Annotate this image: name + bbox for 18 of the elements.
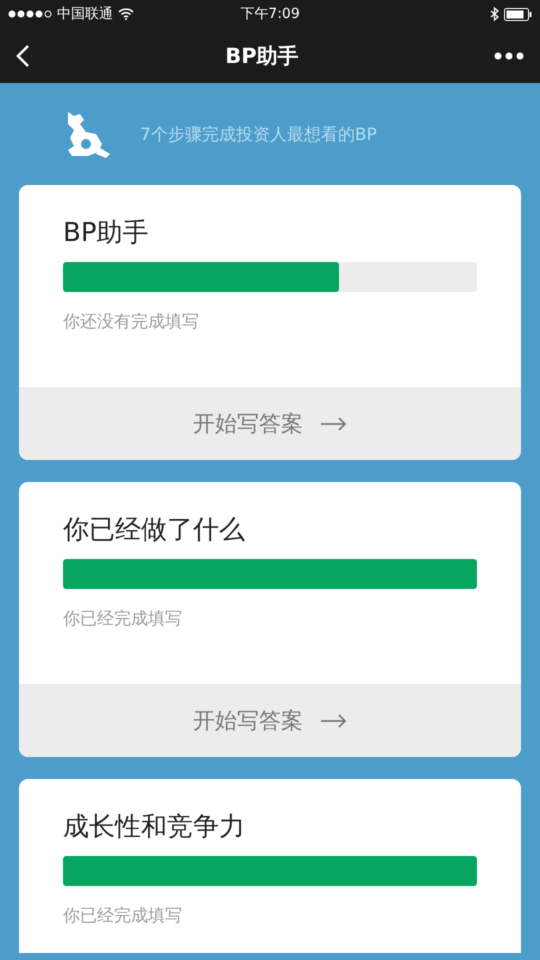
arrow-right-icon	[321, 416, 347, 430]
status-text: 你还没有完成填写	[63, 311, 200, 333]
signal-icon	[8, 10, 52, 18]
card-title: 成长性和竞争力	[63, 811, 246, 844]
tagline: 7个步骤完成投资人最想看的BP	[140, 124, 377, 146]
page-title: BP助手	[225, 42, 299, 70]
battery-icon	[504, 8, 532, 20]
carrier-name: 中国联通	[57, 5, 113, 23]
wifi-icon	[118, 8, 134, 20]
clock-time: 下午7:09	[240, 5, 300, 23]
status-text: 你已经完成填写	[63, 905, 183, 927]
back-icon[interactable]	[16, 44, 30, 68]
card-title: 你已经做了什么	[63, 514, 246, 547]
arrow-right-icon	[321, 714, 347, 728]
bluetooth-icon	[490, 7, 500, 21]
more-icon[interactable]	[494, 52, 524, 60]
status-text: 你已经完成填写	[63, 608, 183, 630]
card-title: BP助手	[63, 217, 150, 250]
